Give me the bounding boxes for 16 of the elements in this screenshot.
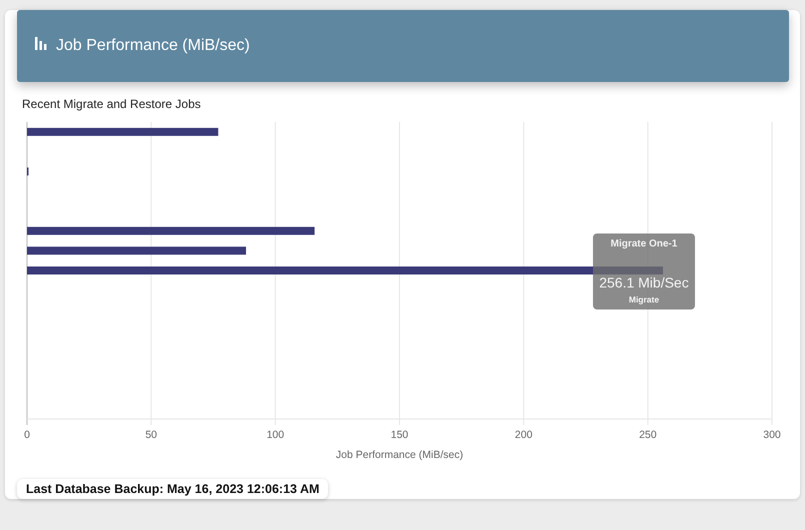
tick-label: 250: [639, 429, 657, 441]
bar[interactable]: [27, 128, 218, 136]
tick-label: 300: [763, 429, 781, 441]
panel-title: Job Performance (MiB/sec): [56, 37, 250, 55]
tick-label: 100: [266, 429, 284, 441]
chart-subtitle: Recent Migrate and Restore Jobs: [22, 97, 202, 111]
tooltip: Migrate One-1 256.1 Mib/Sec Migrate: [592, 234, 695, 310]
tick-label: 0: [24, 429, 30, 441]
axis-title: Job Performance (MiB/sec): [336, 449, 464, 461]
tick-label: 50: [145, 429, 157, 441]
tick-label: 150: [390, 429, 408, 441]
bar-chart-icon: [35, 36, 47, 50]
bar[interactable]: [27, 246, 246, 255]
tick-label: 200: [514, 429, 532, 441]
bar[interactable]: [27, 226, 315, 235]
backup-status: Last Database Backup: May 16, 2023 12:06:13 AM: [17, 479, 328, 499]
